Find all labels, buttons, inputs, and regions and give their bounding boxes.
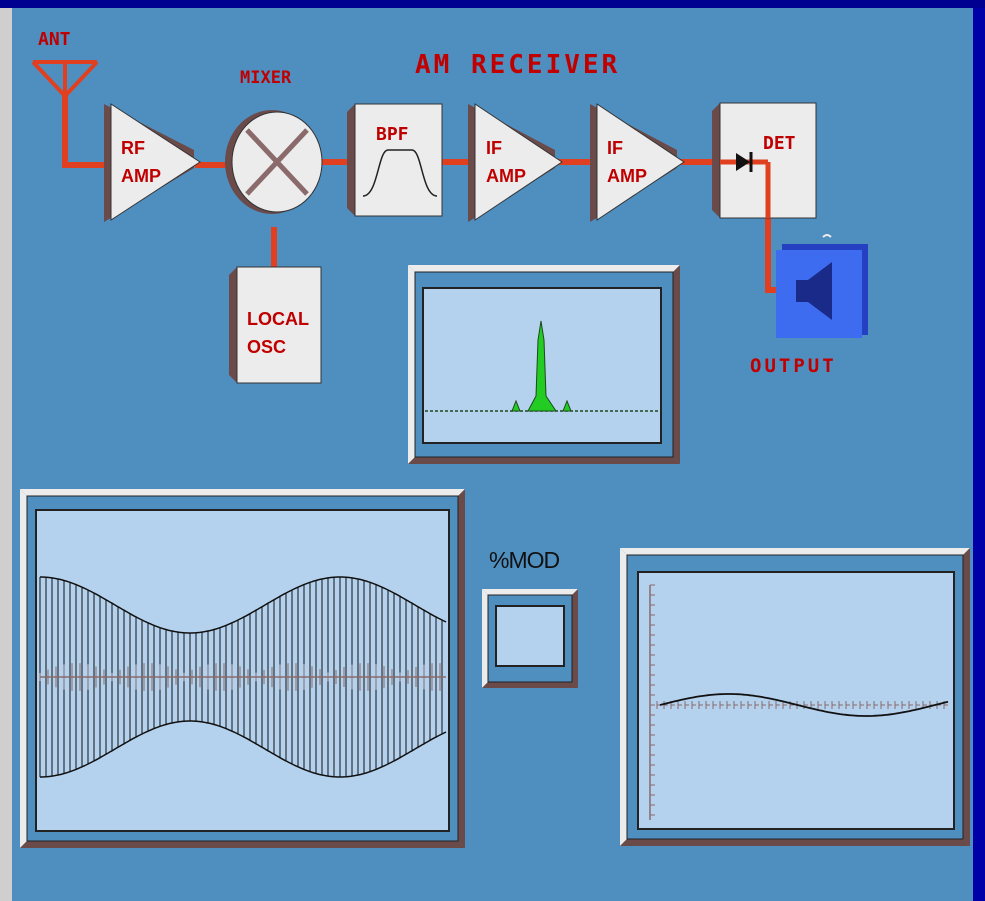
if-amp-2-block: IF AMP (590, 103, 685, 222)
mod-label: %MOD (489, 547, 560, 573)
if-amp-1-label-line2: AMP (486, 166, 526, 186)
detector-block: DET (712, 102, 817, 219)
local-osc-block: LOCAL OSC (229, 266, 322, 384)
spectrum-display (408, 265, 680, 464)
am-receiver-window: ANT AM RECEIVER RF AMP MIXER LOCAL OSC B… (0, 0, 985, 901)
rf-amp-label-line1: RF (121, 138, 145, 158)
rf-amp-label-line2: AMP (121, 166, 161, 186)
if-amp-2-label-line2: AMP (607, 166, 647, 186)
if-amp-1-label-line1: IF (486, 138, 502, 158)
bpf-label: BPF (376, 124, 409, 145)
speaker-button[interactable] (776, 234, 868, 338)
detector-label: DET (763, 133, 796, 154)
local-osc-label-line1: LOCAL (247, 309, 309, 329)
receiver-diagram: ANT AM RECEIVER RF AMP MIXER LOCAL OSC B… (20, 29, 970, 848)
page-title: AM RECEIVER (415, 50, 620, 80)
if-amp-1-block: IF AMP (468, 103, 563, 222)
local-osc-label-line2: OSC (247, 337, 286, 357)
bpf-block: BPF (347, 103, 443, 217)
antenna-label: ANT (38, 29, 71, 50)
if-amp-2-label-line1: IF (607, 138, 623, 158)
mixer-label: MIXER (240, 68, 292, 88)
am-waveform-display (20, 489, 465, 848)
output-label: OUTPUT (750, 355, 837, 377)
mod-percent-display (482, 589, 578, 688)
mixer-block (225, 110, 323, 214)
detector-output-display (620, 548, 970, 846)
rf-amp-block: RF AMP (104, 103, 201, 222)
antenna-icon (31, 60, 99, 98)
